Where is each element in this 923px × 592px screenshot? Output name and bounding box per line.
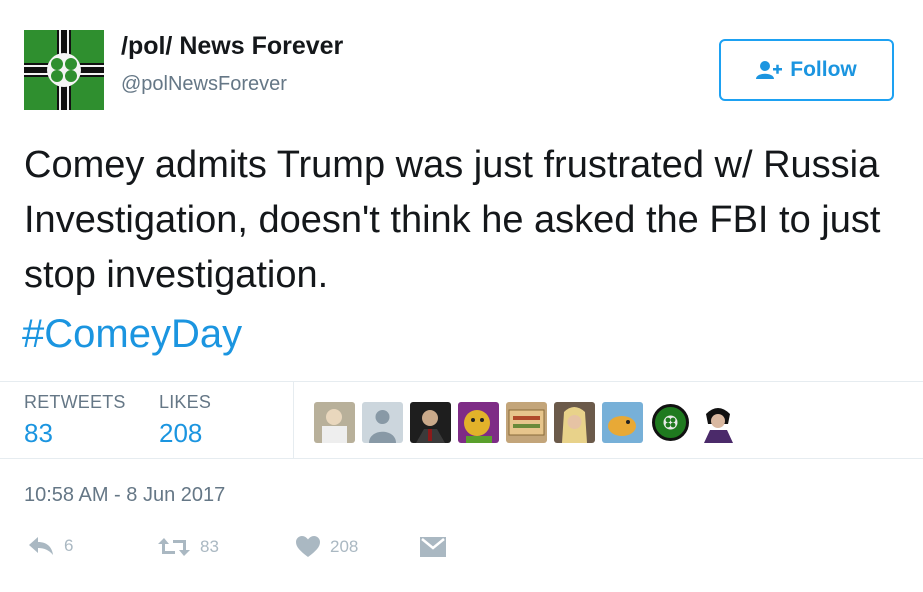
liker-avatar[interactable] (314, 402, 355, 443)
green-cross-flag-icon (24, 30, 104, 110)
like-count: 208 (330, 537, 359, 556)
retweets-count[interactable]: 83 (24, 418, 53, 449)
liker-avatar[interactable] (698, 402, 739, 443)
liker-avatar[interactable] (458, 402, 499, 443)
author-handle[interactable]: @polNewsForever (121, 73, 287, 96)
retweet-icon (158, 538, 190, 556)
retweets-label: RETWEETS (24, 392, 126, 412)
stats-divider-top (0, 381, 923, 382)
envelope-icon (420, 537, 446, 557)
liker-avatar[interactable] (410, 402, 451, 443)
liker-avatar[interactable] (602, 402, 643, 443)
direct-message-action[interactable] (420, 537, 446, 557)
like-action[interactable]: 208 (296, 536, 358, 558)
liker-avatar[interactable] (362, 402, 403, 443)
tweet-timestamp[interactable]: 10:58 AM - 8 Jun 2017 (24, 484, 225, 507)
stats-divider-bottom (0, 458, 923, 459)
tweet-text: Comey admits Trump was just frustrated w… (24, 144, 881, 296)
liker-avatar[interactable] (506, 402, 547, 443)
reply-action[interactable]: 6 (28, 536, 73, 556)
author-display-name[interactable]: /pol/ News Forever (121, 32, 343, 61)
likes-label: LIKES (159, 392, 212, 412)
liker-avatars (314, 402, 739, 443)
follow-button-label: Follow (790, 58, 857, 81)
heart-icon (296, 536, 320, 557)
add-user-icon (756, 61, 783, 79)
follow-button[interactable]: Follow (719, 39, 894, 101)
reply-icon (29, 537, 53, 555)
author-avatar[interactable] (24, 30, 104, 110)
retweet-count: 83 (200, 537, 219, 556)
reply-count: 6 (64, 536, 74, 555)
liker-avatar[interactable] (650, 402, 691, 443)
hashtag-link[interactable]: #ComeyDay (22, 312, 242, 357)
likes-count[interactable]: 208 (159, 418, 202, 449)
stats-divider-vertical (293, 382, 294, 458)
retweet-action[interactable]: 83 (158, 536, 219, 558)
liker-avatar[interactable] (554, 402, 595, 443)
